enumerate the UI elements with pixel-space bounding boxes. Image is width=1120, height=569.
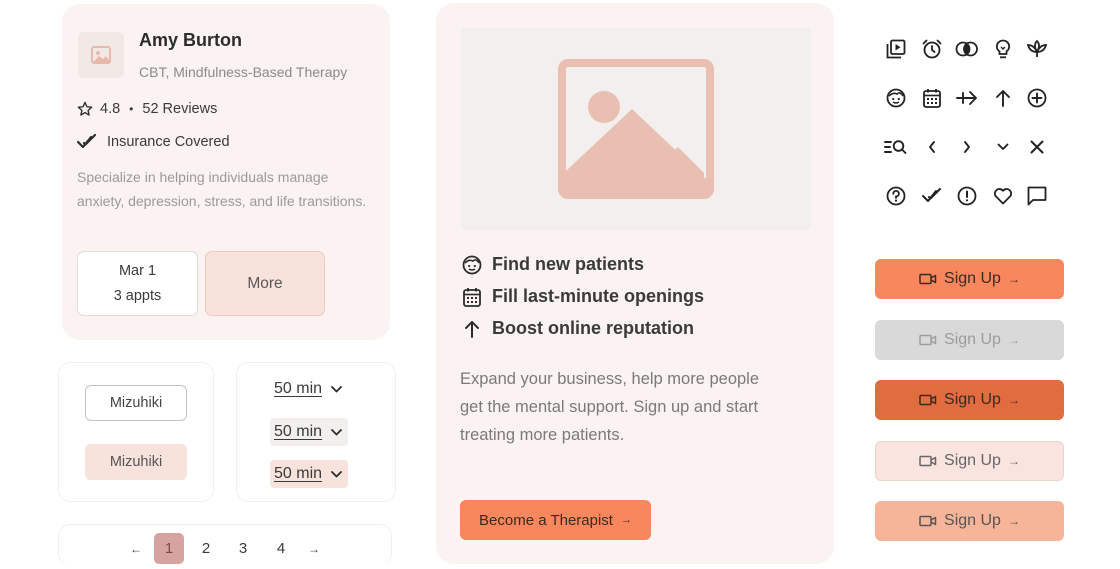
- feature-label: Boost online reputation: [492, 318, 694, 338]
- arrow-right-icon: →: [1007, 514, 1020, 528]
- reviews-count[interactable]: 52 Reviews: [142, 101, 217, 117]
- duration-label: 50 min: [274, 423, 323, 440]
- therapist-bio: Specialize in helping individuals manage…: [77, 169, 367, 209]
- become-therapist-label: Become a Therapist: [479, 511, 613, 529]
- signup-button-default[interactable]: Sign Up →: [875, 259, 1064, 299]
- appointment-count: 3 appts: [113, 288, 162, 304]
- video-icon: [919, 334, 937, 346]
- signup-label: Sign Up: [944, 452, 1001, 469]
- play-square-icon: [882, 35, 910, 63]
- signup-button-disabled[interactable]: Sign Up →: [875, 320, 1064, 360]
- lotus-icon: [1023, 35, 1051, 63]
- video-icon: [919, 515, 937, 527]
- more-button[interactable]: More: [205, 251, 325, 316]
- feature-item: Find new patients: [461, 254, 644, 275]
- appointment-date: Mar 1: [118, 263, 157, 279]
- arrow-right-bar-icon: [953, 84, 981, 112]
- chevron-down-icon: [989, 133, 1017, 161]
- duration-label: 50 min: [274, 465, 323, 482]
- face-icon: [461, 255, 483, 275]
- arrow-right-icon: →: [1007, 393, 1020, 407]
- rating-separator: •: [129, 102, 134, 116]
- duration-label: 50 min: [274, 380, 323, 397]
- pagination-prev-button[interactable]: ←: [121, 533, 151, 564]
- signup-button-hover[interactable]: Sign Up →: [875, 501, 1064, 541]
- double-check-icon: [77, 134, 97, 150]
- heart-icon: [989, 182, 1017, 210]
- calendar-icon: [918, 84, 946, 112]
- two-circles-icon: [953, 35, 981, 63]
- feature-item: Fill last-minute openings: [461, 286, 704, 307]
- pagination: ← 1 2 3 4 →: [58, 524, 392, 566]
- signup-label: Sign Up: [944, 391, 1001, 408]
- signup-button-pressed[interactable]: Sign Up →: [875, 380, 1064, 420]
- arrow-right-icon: →: [1007, 272, 1020, 286]
- alert-circle-icon: [953, 182, 981, 210]
- double-check-icon: [918, 182, 946, 210]
- duration-select[interactable]: 50 min: [270, 375, 348, 403]
- video-icon: [919, 273, 937, 285]
- plus-circle-icon: [1023, 84, 1051, 112]
- chip-outline[interactable]: Mizuhiki: [85, 385, 187, 421]
- therapist-card: Amy Burton CBT, Mindfulness-Based Therap…: [62, 4, 390, 340]
- become-therapist-button[interactable]: Become a Therapist →: [460, 500, 651, 540]
- insurance-label: Insurance Covered: [107, 134, 230, 150]
- close-icon: [1023, 133, 1051, 161]
- lightbulb-icon: [989, 35, 1017, 63]
- therapist-name: Amy Burton: [139, 30, 242, 50]
- signup-label: Sign Up: [944, 270, 1001, 287]
- pagination-page[interactable]: 2: [191, 533, 221, 564]
- arrow-right-icon: →: [620, 514, 632, 526]
- arrow-up-icon: [989, 84, 1017, 112]
- arrow-up-icon: [461, 320, 483, 338]
- search-list-icon: [882, 133, 910, 161]
- image-placeholder-icon: [78, 32, 124, 78]
- chevron-down-icon: [331, 385, 342, 393]
- chevron-right-icon: [953, 133, 981, 161]
- alarm-clock-icon: [918, 35, 946, 63]
- rating-value: 4.8: [100, 101, 121, 117]
- insurance-row: Insurance Covered: [77, 134, 230, 150]
- arrow-right-icon: →: [1007, 454, 1020, 468]
- video-icon: [919, 455, 937, 467]
- pagination-page[interactable]: 4: [266, 533, 296, 564]
- chevron-down-icon: [331, 428, 342, 436]
- therapist-specialty: CBT, Mindfulness-Based Therapy: [139, 64, 348, 80]
- video-icon: [919, 394, 937, 406]
- arrow-right-icon: →: [1007, 333, 1020, 347]
- feature-label: Find new patients: [492, 254, 645, 274]
- duration-panel: 50 min 50 min 50 min: [236, 362, 396, 502]
- image-placeholder-icon: [461, 28, 811, 230]
- face-icon: [882, 84, 910, 112]
- pagination-next-button[interactable]: →: [299, 533, 329, 564]
- signup-label: Sign Up: [944, 512, 1001, 529]
- appointment-date-box[interactable]: Mar 1 3 appts: [77, 251, 198, 316]
- star-icon: [77, 101, 93, 117]
- chevron-left-icon: [918, 133, 946, 161]
- pagination-page-current[interactable]: 1: [154, 533, 184, 564]
- promo-description: Expand your business, help more people g…: [460, 370, 760, 444]
- feature-label: Fill last-minute openings: [492, 286, 705, 306]
- signup-button-soft[interactable]: Sign Up →: [875, 441, 1064, 481]
- chat-square-icon: [1023, 182, 1051, 210]
- calendar-icon: [461, 287, 483, 307]
- chip-panel: Mizuhiki Mizuhiki: [58, 362, 214, 502]
- duration-select-active[interactable]: 50 min: [270, 460, 349, 488]
- duration-select-hover[interactable]: 50 min: [270, 418, 349, 446]
- chip-filled[interactable]: Mizuhiki: [85, 444, 187, 480]
- rating-row: 4.8 • 52 Reviews: [77, 101, 217, 117]
- signup-label: Sign Up: [944, 331, 1001, 348]
- pagination-page[interactable]: 3: [228, 533, 258, 564]
- chevron-down-icon: [331, 470, 342, 478]
- help-circle-icon: [882, 182, 910, 210]
- feature-item: Boost online reputation: [461, 318, 694, 339]
- promo-card: Find new patients Fill last-minute openi…: [436, 3, 834, 564]
